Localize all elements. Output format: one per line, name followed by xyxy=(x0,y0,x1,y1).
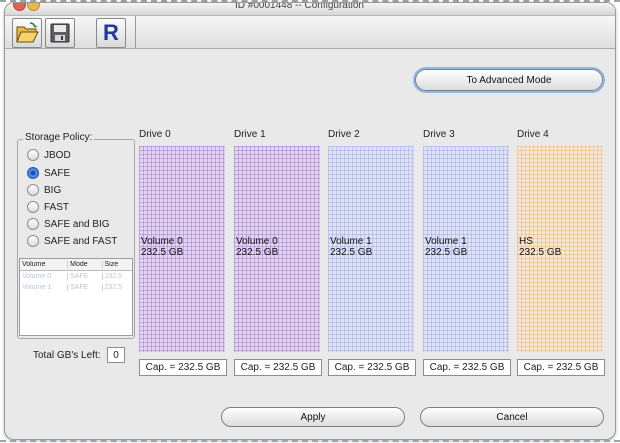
radio-selected-icon[interactable] xyxy=(27,167,39,179)
radio-fast[interactable]: FAST xyxy=(27,200,69,214)
column-header-volume[interactable]: Volume xyxy=(20,261,69,268)
table-cell: Volume 1 xyxy=(20,284,69,291)
title-bar: ID #0001448 -- Configuration xyxy=(5,3,615,16)
radio-label: SAFE xyxy=(44,167,71,179)
radio-label: JBOD xyxy=(44,149,71,161)
radio-label: BIG xyxy=(44,184,62,196)
drive-volume-size: 232.5 GB xyxy=(425,247,468,258)
drive-1-label: Drive 1 xyxy=(234,129,266,140)
window-title: ID #0001448 -- Configuration xyxy=(235,2,364,11)
radio-big[interactable]: BIG xyxy=(27,183,61,197)
drive-4-info: HS 232.5 GB xyxy=(519,236,561,258)
volume-table[interactable]: Volume Mode Size Volume 0 SAFE 232.5 Vol… xyxy=(19,258,133,336)
radio-circle-icon[interactable] xyxy=(27,218,39,230)
drive-4-capacity: Cap. = 232.5 GB xyxy=(517,359,605,376)
save-button[interactable] xyxy=(45,18,75,48)
r-button[interactable]: R xyxy=(96,18,126,48)
table-row[interactable]: Volume 1 SAFE 232.5 xyxy=(20,282,132,293)
radio-circle-icon[interactable] xyxy=(27,184,39,196)
drive-volume-name: HS xyxy=(519,236,533,247)
drive-0-info: Volume 0 232.5 GB xyxy=(141,236,183,258)
drive-volume-size: 232.5 GB xyxy=(236,247,279,258)
radio-safe-and-big[interactable]: SAFE and BIG xyxy=(27,217,110,231)
drive-2-capacity: Cap. = 232.5 GB xyxy=(328,359,416,376)
drive-4-column[interactable]: HS 232.5 GB xyxy=(517,146,603,352)
radio-label: SAFE and FAST xyxy=(44,235,118,247)
configuration-window: ID #0001448 -- Configuration R To Advanc… xyxy=(4,2,616,440)
folder-open-icon xyxy=(16,22,39,43)
radio-label: SAFE and BIG xyxy=(44,218,110,230)
table-cell: SAFE xyxy=(68,273,103,280)
radio-circle-icon[interactable] xyxy=(27,149,39,161)
radio-circle-icon[interactable] xyxy=(27,235,39,247)
drive-volume-size: 232.5 GB xyxy=(141,247,184,258)
drive-4-label: Drive 4 xyxy=(517,129,549,140)
radio-safe[interactable]: SAFE xyxy=(27,166,70,180)
total-gb-left-label: Total GB's Left: xyxy=(33,350,101,361)
drive-volume-name: Volume 0 xyxy=(141,236,183,247)
drive-volume-size: 232.5 GB xyxy=(519,247,562,258)
to-advanced-mode-button[interactable]: To Advanced Mode xyxy=(415,69,603,91)
table-cell: SAFE xyxy=(68,284,103,291)
drive-0-label: Drive 0 xyxy=(139,129,171,140)
minimize-window-icon[interactable] xyxy=(27,3,40,11)
drive-1-column[interactable]: Volume 0 232.5 GB xyxy=(234,146,320,352)
drive-3-info: Volume 1 232.5 GB xyxy=(425,236,467,258)
storage-policy-legend: Storage Policy: xyxy=(23,132,95,143)
drive-2-label: Drive 2 xyxy=(328,129,360,140)
r-label: R xyxy=(103,20,119,45)
drive-volume-name: Volume 1 xyxy=(425,236,467,247)
table-cell: 232.5 xyxy=(104,284,123,291)
open-button[interactable] xyxy=(12,18,42,48)
drive-volume-name: Volume 1 xyxy=(330,236,372,247)
radio-label: FAST xyxy=(44,201,70,213)
radio-circle-icon[interactable] xyxy=(27,201,39,213)
table-cell: 232.5 xyxy=(104,273,123,280)
table-cell: Volume 0 xyxy=(20,273,69,280)
drive-1-capacity: Cap. = 232.5 GB xyxy=(234,359,322,376)
toolbar: R xyxy=(5,16,615,49)
drive-1-info: Volume 0 232.5 GB xyxy=(236,236,278,258)
drive-3-column[interactable]: Volume 1 232.5 GB xyxy=(423,146,509,352)
column-header-mode[interactable]: Mode xyxy=(68,261,103,268)
drive-volume-name: Volume 0 xyxy=(236,236,278,247)
bottom-dashed-border xyxy=(0,440,620,442)
drive-3-capacity: Cap. = 232.5 GB xyxy=(423,359,511,376)
drive-3-label: Drive 3 xyxy=(423,129,455,140)
close-window-icon[interactable] xyxy=(13,3,26,11)
cancel-button[interactable]: Cancel xyxy=(420,407,604,427)
drive-2-info: Volume 1 232.5 GB xyxy=(330,236,372,258)
drive-2-column[interactable]: Volume 1 232.5 GB xyxy=(328,146,414,352)
floppy-disk-icon xyxy=(50,23,70,43)
column-header-size[interactable]: Size xyxy=(103,261,132,268)
drive-0-capacity: Cap. = 232.5 GB xyxy=(139,359,227,376)
apply-button[interactable]: Apply xyxy=(221,407,405,427)
drive-0-column[interactable]: Volume 0 232.5 GB xyxy=(139,146,225,352)
radio-safe-and-fast[interactable]: SAFE and FAST xyxy=(27,234,117,248)
drive-volume-size: 232.5 GB xyxy=(330,247,373,258)
radio-jbod[interactable]: JBOD xyxy=(27,148,71,162)
volume-table-header: Volume Mode Size xyxy=(20,259,132,271)
toolbar-separator xyxy=(135,16,136,48)
total-gb-left-value: 0 xyxy=(107,347,125,363)
table-row[interactable]: Volume 0 SAFE 232.5 xyxy=(20,271,132,282)
